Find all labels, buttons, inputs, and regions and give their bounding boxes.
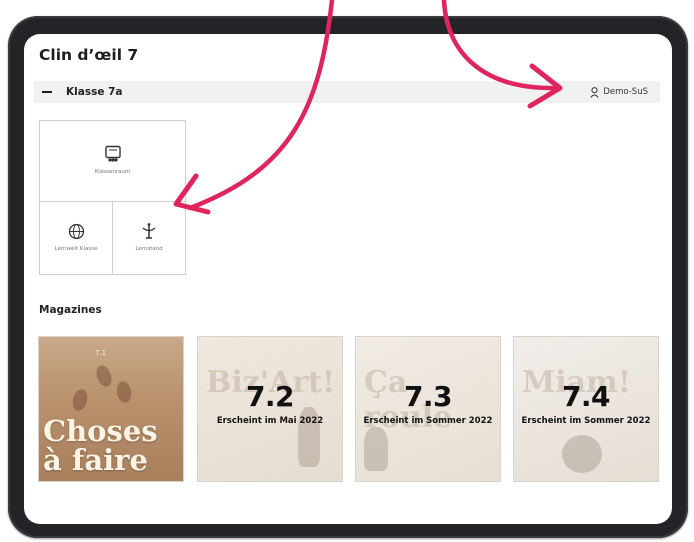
magazine-cover-title: Choses à faire [43, 417, 158, 475]
user-name: Demo-SuS [603, 87, 648, 97]
lernstand-tile[interactable]: Lernstand [112, 201, 186, 275]
globe-icon [68, 223, 84, 239]
lernwelt-tile[interactable]: Lernwelt Klasse [39, 201, 113, 275]
app-title: Clin d’œil 7 [39, 46, 139, 64]
figure-silhouette [364, 427, 388, 471]
footprint-graphic [70, 387, 90, 413]
classroom-icon [104, 146, 121, 162]
magazine-cover-7-3[interactable]: Ça roule 7.3 Erscheint im Sommer 2022 [355, 336, 501, 482]
magazines-heading: Magazines [39, 304, 102, 316]
magazine-release-caption: Erscheint im Mai 2022 [216, 416, 324, 426]
magazine-number: 7.4 [561, 380, 611, 413]
lernwelt-label: Lernwelt Klasse [54, 245, 98, 252]
magazine-overlay: 7.4 Erscheint im Sommer 2022 [514, 380, 658, 427]
magazine-release-caption: Erscheint im Sommer 2022 [521, 416, 651, 426]
lernstand-label: Lernstand [135, 246, 163, 253]
magazine-overlay: 7.2 Erscheint im Mai 2022 [198, 380, 342, 427]
magazine-number: 7.2 [245, 380, 295, 413]
user-icon [590, 86, 599, 98]
class-bar: Klasse 7a Demo-SuS [34, 81, 660, 103]
magazine-number: 7.3 [403, 380, 453, 413]
magazine-cover-7-1[interactable]: 7.1 Choses à faire [38, 336, 184, 482]
app-screen: Clin d’œil 7 Klasse 7a Demo-SuS Klassenr… [24, 34, 672, 524]
class-name[interactable]: Klasse 7a [66, 86, 123, 98]
progress-signpost-icon [142, 223, 156, 240]
classroom-label: Klassenraum [94, 169, 131, 176]
user-menu[interactable]: Demo-SuS [590, 86, 648, 98]
footprint-graphic [115, 379, 133, 405]
magazine-title-line: à faire [43, 443, 148, 477]
magazine-title-line: Choses [43, 414, 158, 448]
footprint-graphic [93, 363, 115, 389]
magazine-release-caption: Erscheint im Sommer 2022 [363, 416, 493, 426]
classroom-tile[interactable]: Klassenraum [39, 120, 186, 202]
magazine-overlay: 7.3 Erscheint im Sommer 2022 [356, 380, 500, 427]
magazine-issue-label: 7.1 [95, 349, 107, 357]
magazine-cover-7-4[interactable]: Miam! 7.4 Erscheint im Sommer 2022 [513, 336, 659, 482]
collapse-minus-icon[interactable] [42, 91, 52, 93]
food-silhouette [562, 435, 602, 473]
magazine-cover-7-2[interactable]: Biz'Art! 7.2 Erscheint im Mai 2022 [197, 336, 343, 482]
